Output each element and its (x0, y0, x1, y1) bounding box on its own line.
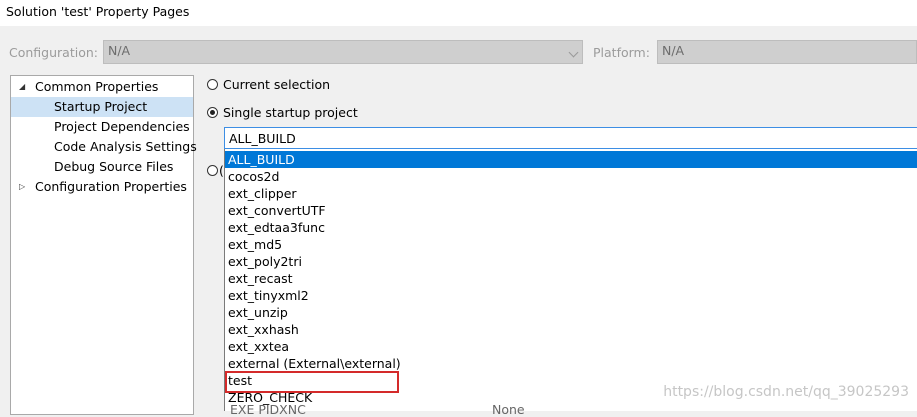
startup-project-value: ALL_BUILD (229, 131, 296, 146)
current-selection-radio[interactable] (207, 79, 218, 90)
title-bar: Solution 'test' Property Pages (0, 0, 917, 26)
dropdown-option[interactable]: ext_convertUTF (225, 202, 917, 219)
configuration-label: Configuration: (9, 45, 98, 60)
platform-value: N/A (662, 43, 685, 58)
obscured-row-value: None (492, 402, 525, 417)
startup-project-select[interactable]: ALL_BUILD (224, 127, 917, 149)
dropdown-option[interactable]: ext_recast (225, 270, 917, 287)
chevron-down-icon (568, 47, 579, 58)
dropdown-option[interactable]: external (External\external) (225, 355, 917, 372)
tree-item-label: Startup Project (54, 99, 148, 114)
tree-item-debug-source-files[interactable]: Debug Source Files (11, 157, 193, 177)
window-title: Solution 'test' Property Pages (6, 4, 190, 19)
single-startup-radio[interactable] (207, 107, 218, 118)
highlight-annotation-box (225, 371, 399, 393)
watermark-text: https://blog.csdn.net/qq_39025293 (663, 384, 909, 400)
tree-item-label: Common Properties (35, 79, 159, 94)
tree-item-label: Debug Source Files (54, 159, 174, 174)
dropdown-option[interactable]: ext_xxtea (225, 338, 917, 355)
tree-item-label: Configuration Properties (35, 179, 187, 194)
collapse-toggle-icon[interactable]: ◢ (19, 77, 25, 97)
tree-item-code-analysis-settings[interactable]: Code Analysis Settings (11, 137, 197, 157)
tree-item-startup-project[interactable]: Startup Project (11, 97, 193, 117)
dropdown-option[interactable]: ext_clipper (225, 185, 917, 202)
property-tree: ◢ Common Properties Startup Project Proj… (10, 75, 197, 415)
tree-item-label: Project Dependencies (54, 119, 190, 134)
obscured-row-text: EXE PIDXNC (230, 402, 306, 417)
tree-item-label: Code Analysis Settings (54, 139, 197, 154)
current-selection-label[interactable]: Current selection (223, 77, 330, 92)
multiple-startup-radio[interactable] (207, 165, 218, 176)
configuration-value: N/A (108, 43, 131, 58)
dropdown-option[interactable]: ext_poly2tri (225, 253, 917, 270)
dropdown-option[interactable]: ext_tinyxml2 (225, 287, 917, 304)
platform-label: Platform: (593, 45, 650, 60)
single-startup-label[interactable]: Single startup project (223, 105, 358, 120)
tree-item-configuration-properties[interactable]: ▷ Configuration Properties (11, 177, 193, 197)
tree-item-common-properties[interactable]: ◢ Common Properties (11, 77, 193, 97)
dropdown-option[interactable]: ALL_BUILD (225, 151, 917, 168)
configuration-select: N/A (103, 40, 583, 64)
expand-toggle-icon[interactable]: ▷ (19, 177, 25, 197)
dropdown-option[interactable]: ext_edtaa3func (225, 219, 917, 236)
dropdown-option[interactable]: ext_xxhash (225, 321, 917, 338)
dropdown-option[interactable]: cocos2d (225, 168, 917, 185)
dropdown-option[interactable]: ext_md5 (225, 236, 917, 253)
platform-select: N/A (657, 40, 917, 64)
dropdown-option[interactable]: ext_unzip (225, 304, 917, 321)
tree-item-project-dependencies[interactable]: Project Dependencies (11, 117, 193, 137)
